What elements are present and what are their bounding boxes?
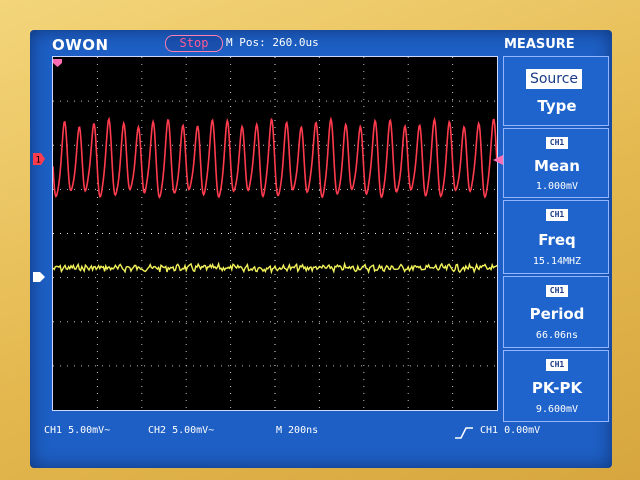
ch2-ground-marker <box>33 272 45 282</box>
trigger-position-marker <box>53 59 62 67</box>
oscilloscope-screen: OWON Stop M Pos: 260.0us MEASURE 1 Sourc… <box>30 30 612 468</box>
run-state-badge[interactable]: Stop <box>165 35 223 52</box>
measure-menu: Source Type CH1 Mean 1.000mV CH1 Freq 15… <box>500 56 612 424</box>
menu-source-type[interactable]: Source Type <box>503 56 609 126</box>
channel-chip: CH1 <box>546 137 568 149</box>
bottom-status-bar: CH1 5.00mV~ CH2 5.00mV~ M 200ns CH1 0.00… <box>30 423 612 443</box>
ch2-trace <box>53 261 497 275</box>
period-label: Period <box>529 305 585 323</box>
brand-label: OWON <box>52 36 109 54</box>
ch2-scale-readout: CH2 5.00mV~ <box>148 425 215 436</box>
waveform-svg <box>53 57 497 410</box>
rising-edge-icon <box>455 427 473 439</box>
timebase-readout: M 200ns <box>276 425 319 436</box>
channel-chip: CH1 <box>546 285 568 297</box>
freq-label: Freq <box>538 231 576 249</box>
ch1-scale-readout: CH1 5.00mV~ <box>44 425 111 436</box>
top-status-bar: OWON Stop M Pos: 260.0us MEASURE <box>30 30 612 56</box>
menu-mean[interactable]: CH1 Mean 1.000mV <box>503 128 609 198</box>
ch1-ground-marker: 1 <box>33 153 45 166</box>
menu-title: MEASURE <box>504 37 575 52</box>
menu-period[interactable]: CH1 Period 66.06ns <box>503 276 609 348</box>
trigger-level-readout: CH1 0.00mV <box>480 425 541 436</box>
menu-freq[interactable]: CH1 Freq 15.14MHZ <box>503 200 609 274</box>
channel-chip: CH1 <box>546 209 568 221</box>
source-button[interactable]: Source <box>526 69 582 89</box>
mean-value: 1.000mV <box>535 181 579 192</box>
pk-pk-label: PK-PK <box>531 379 583 397</box>
ch1-marker-label: 1 <box>36 156 41 166</box>
menu-pk-pk[interactable]: CH1 PK-PK 9.600mV <box>503 350 609 422</box>
channel-chip: CH1 <box>546 359 568 371</box>
freq-value: 15.14MHZ <box>532 256 582 267</box>
mean-label: Mean <box>534 157 580 175</box>
ch1-trace <box>53 116 497 199</box>
horizontal-position-readout: M Pos: 260.0us <box>226 36 319 49</box>
pk-pk-value: 9.600mV <box>535 404 579 415</box>
type-label: Type <box>537 97 577 115</box>
period-value: 66.06ns <box>535 330 579 341</box>
graticule <box>53 57 497 410</box>
waveform-display <box>52 56 498 411</box>
